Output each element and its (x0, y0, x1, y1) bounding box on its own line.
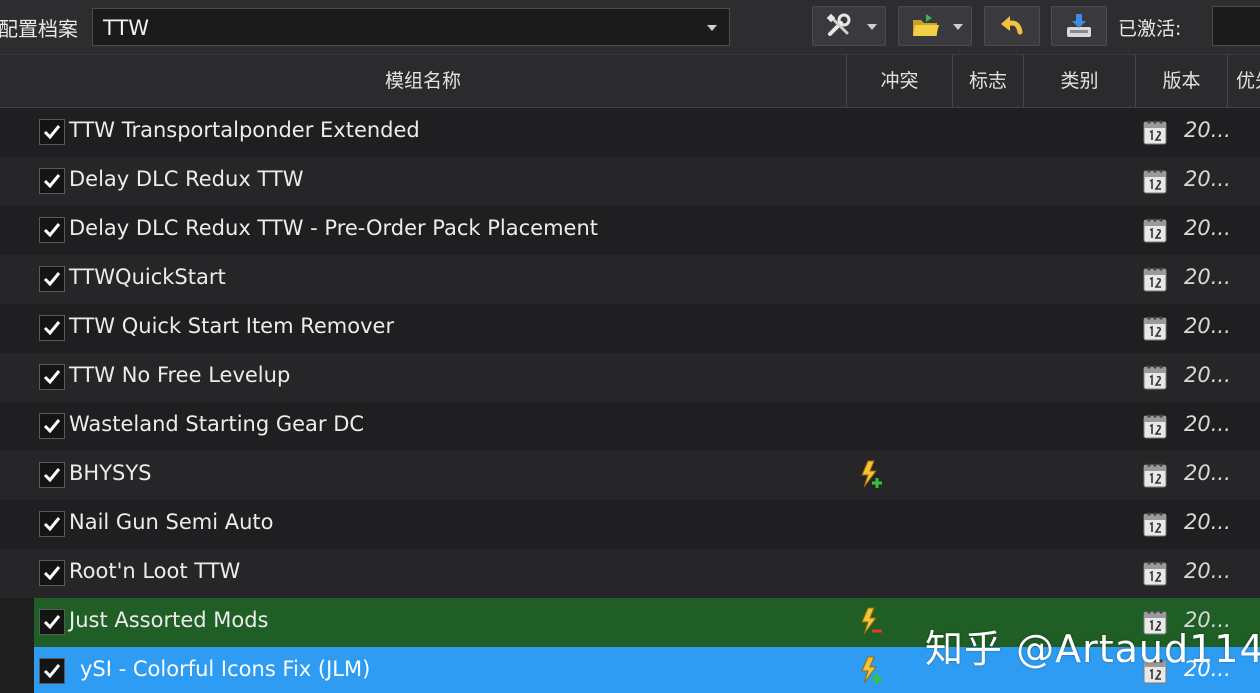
calendar-icon (1142, 265, 1168, 293)
mod-row[interactable]: Delay DLC Redux TTW - Pre-Order Pack Pla… (0, 206, 1260, 255)
tools-icon (826, 13, 851, 36)
activated-count-field[interactable] (1212, 6, 1260, 46)
calendar-icon (1142, 559, 1168, 587)
mod-version: 20... (1184, 510, 1231, 534)
mod-name: TTW Quick Start Item Remover (69, 314, 395, 338)
enable-checkbox[interactable] (39, 315, 65, 341)
chevron-down-icon (867, 24, 877, 30)
tools-button[interactable] (812, 6, 886, 46)
mod-list-header: 模组名称 冲突 标志 类别 版本 优先 (0, 55, 1260, 108)
chevron-down-icon (707, 25, 717, 31)
open-folder-button[interactable] (898, 6, 972, 46)
checkmark-icon (43, 566, 61, 581)
enable-checkbox[interactable] (39, 511, 65, 537)
calendar-icon (1142, 216, 1168, 244)
conflict-overwrites-icon (858, 460, 886, 490)
enable-checkbox[interactable] (39, 119, 65, 145)
calendar-icon (1142, 118, 1168, 146)
mod-version: 20... (1184, 216, 1231, 240)
mod-version: 20... (1184, 167, 1231, 191)
checkmark-icon (43, 468, 61, 483)
mod-name: ySI - Colorful Icons Fix (JLM) (80, 657, 371, 681)
mod-row[interactable]: Nail Gun Semi Auto 20... (0, 500, 1260, 549)
toolbar: 配置档案 TTW 已激活: (0, 0, 1260, 55)
profile-select[interactable]: TTW (92, 8, 730, 46)
profile-label: 配置档案 (0, 17, 78, 41)
enable-checkbox[interactable] (39, 168, 65, 194)
column-header-flags[interactable]: 标志 (953, 55, 1024, 107)
install-icon (1067, 14, 1091, 37)
install-button[interactable] (1051, 6, 1107, 46)
column-header-category[interactable]: 类别 (1024, 55, 1136, 107)
mod-name: Delay DLC Redux TTW - Pre-Order Pack Pla… (69, 216, 599, 240)
mod-row[interactable]: TTWQuickStart 20... (0, 255, 1260, 304)
conflict-overwrites-icon (858, 656, 886, 686)
activated-label: 已激活: (1118, 18, 1182, 40)
enable-checkbox[interactable] (39, 364, 65, 390)
calendar-icon (1142, 510, 1168, 538)
enable-checkbox[interactable] (39, 266, 65, 292)
mod-row[interactable]: TTW Quick Start Item Remover 20... (0, 304, 1260, 353)
checkmark-icon (43, 419, 61, 434)
mod-row[interactable]: Root'n Loot TTW 20... (0, 549, 1260, 598)
column-header-mod-name[interactable]: 模组名称 (0, 55, 847, 107)
mod-version: 20... (1184, 314, 1231, 338)
mod-version: 20... (1184, 118, 1231, 142)
enable-checkbox[interactable] (39, 560, 65, 586)
mod-name: TTWQuickStart (69, 265, 226, 289)
calendar-icon (1142, 363, 1168, 391)
mod-name: Nail Gun Semi Auto (69, 510, 274, 534)
mod-name: TTW No Free Levelup (69, 363, 291, 387)
watermark-text: 知乎 @Artaud114 (925, 627, 1260, 671)
calendar-icon (1142, 412, 1168, 440)
mod-row[interactable]: BHYSYS 20... (0, 451, 1260, 500)
checkmark-icon (43, 223, 61, 238)
mod-version: 20... (1184, 461, 1231, 485)
mod-row[interactable]: TTW No Free Levelup 20... (0, 353, 1260, 402)
calendar-icon (1142, 167, 1168, 195)
column-header-version[interactable]: 版本 (1136, 55, 1228, 107)
mod-version: 20... (1184, 559, 1231, 583)
calendar-icon (1142, 461, 1168, 489)
checkmark-icon (43, 615, 61, 630)
chevron-down-icon (953, 24, 963, 30)
folder-icon (913, 14, 939, 36)
checkmark-icon (43, 125, 61, 140)
calendar-icon (1142, 314, 1168, 342)
undo-icon (1001, 16, 1023, 35)
mod-row[interactable]: TTW Transportalponder Extended 20... (0, 108, 1260, 157)
mod-row[interactable]: Delay DLC Redux TTW 20... (0, 157, 1260, 206)
mod-name: Wasteland Starting Gear DC (69, 412, 365, 436)
mod-version: 20... (1184, 363, 1231, 387)
mod-name: Delay DLC Redux TTW (69, 167, 304, 191)
checkmark-icon (43, 664, 61, 679)
enable-checkbox[interactable] (39, 217, 65, 243)
checkmark-icon (43, 370, 61, 385)
mod-organizer-window: 配置档案 TTW 已激活: 模组名称 冲突 标志 类别 版本 优 TTW Tra… (0, 0, 1260, 693)
profile-select-value: TTW (103, 16, 150, 40)
undo-button[interactable] (984, 6, 1040, 46)
mod-name: TTW Transportalponder Extended (69, 118, 420, 142)
enable-checkbox[interactable] (39, 609, 65, 635)
mod-version: 20... (1184, 412, 1231, 436)
mod-row[interactable]: Wasteland Starting Gear DC 20... (0, 402, 1260, 451)
checkmark-icon (43, 272, 61, 287)
enable-checkbox[interactable] (39, 462, 65, 488)
enable-checkbox[interactable] (39, 658, 65, 684)
conflict-overwritten-icon (858, 607, 886, 637)
enable-checkbox[interactable] (39, 413, 65, 439)
checkmark-icon (43, 174, 61, 189)
column-header-priority[interactable]: 优先 (1228, 55, 1260, 107)
checkmark-icon (43, 517, 61, 532)
checkmark-icon (43, 321, 61, 336)
mod-name: Root'n Loot TTW (69, 559, 241, 583)
mod-version: 20... (1184, 265, 1231, 289)
mod-name: BHYSYS (69, 461, 152, 485)
column-header-conflicts[interactable]: 冲突 (847, 55, 953, 107)
mod-name: Just Assorted Mods (69, 608, 269, 632)
